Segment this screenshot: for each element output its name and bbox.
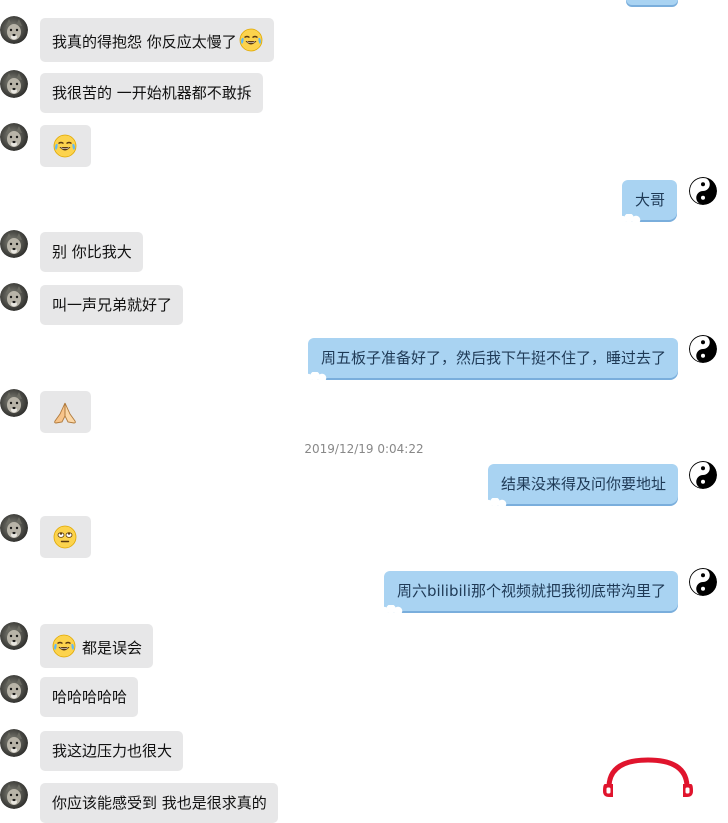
- message-bubble[interactable]: 都是误会: [40, 624, 154, 668]
- wolf-avatar[interactable]: [0, 283, 28, 311]
- folded-hands-icon: [52, 400, 76, 424]
- message-bubble[interactable]: 我这边压力也很大: [40, 731, 184, 771]
- tears-of-joy-icon: [52, 634, 76, 658]
- wolf-avatar[interactable]: [0, 781, 28, 809]
- chat-history: 我真的得抱怨 你反应太慢了 我很苦的 一开始机器都不敢拆 大哥 别 你比我大 叫…: [0, 0, 728, 823]
- message-bubble[interactable]: 哈哈哈哈哈: [40, 677, 139, 717]
- message-text: 都是误会: [82, 639, 143, 657]
- wolf-avatar[interactable]: [0, 16, 28, 44]
- headphones-logo-icon: [600, 756, 696, 802]
- wolf-avatar[interactable]: [0, 230, 28, 258]
- message-bubble[interactable]: [40, 516, 91, 558]
- cloud-decoration: [301, 372, 328, 382]
- yin-yang-avatar[interactable]: [689, 461, 717, 489]
- message-bubble[interactable]: 结果没来得及问你要地址: [481, 464, 678, 508]
- cloud-decoration: [481, 498, 508, 508]
- yin-yang-avatar[interactable]: [689, 335, 717, 363]
- wolf-avatar[interactable]: [0, 622, 28, 650]
- wolf-avatar[interactable]: [0, 123, 28, 151]
- message-bubble[interactable]: 我真的得抱怨 你反应太慢了: [40, 18, 274, 62]
- message-bubble[interactable]: 叫一声兄弟就好了: [40, 285, 184, 325]
- tears-of-joy-icon: [239, 28, 263, 52]
- yin-yang-avatar[interactable]: [689, 177, 717, 205]
- message-bubble[interactable]: 周六bilibili那个视频就把我彻底带沟里了: [377, 571, 678, 615]
- message-text: 我这边压力也很大: [52, 742, 173, 760]
- message-text: 叫一声兄弟就好了: [52, 296, 173, 314]
- wolf-avatar[interactable]: [0, 389, 28, 417]
- message-bubble[interactable]: 周五板子准备好了，然后我下午挺不住了，睡过去了: [301, 338, 678, 382]
- clipped-bubble-fragment: [626, 0, 678, 5]
- yin-yang-avatar[interactable]: [689, 568, 717, 596]
- message-text: 别 你比我大: [52, 243, 132, 261]
- message-text: 大哥: [635, 191, 666, 209]
- message-bubble[interactable]: 你应该能感受到 我也是很求真的: [40, 783, 278, 823]
- message-text: 结果没来得及问你要地址: [500, 475, 666, 493]
- rolling-eyes-icon: [53, 525, 77, 549]
- wolf-avatar[interactable]: [0, 675, 28, 703]
- message-text: 我真的得抱怨 你反应太慢了: [52, 33, 237, 51]
- wolf-avatar[interactable]: [0, 514, 28, 542]
- message-text: 我很苦的 一开始机器都不敢拆: [52, 84, 252, 102]
- message-text: 你应该能感受到 我也是很求真的: [52, 794, 267, 812]
- message-text: 哈哈哈哈哈: [52, 688, 128, 706]
- message-bubble[interactable]: 我很苦的 一开始机器都不敢拆: [40, 73, 263, 113]
- timestamp: 2019/12/19 0:04:22: [304, 442, 424, 456]
- message-text: 周五板子准备好了，然后我下午挺不住了，睡过去了: [320, 349, 666, 367]
- tears-of-joy-icon: [53, 134, 77, 158]
- wolf-avatar[interactable]: [0, 729, 28, 757]
- cloud-decoration: [377, 605, 404, 615]
- wolf-avatar[interactable]: [0, 70, 28, 98]
- message-bubble[interactable]: [40, 391, 91, 433]
- cloud-decoration: [616, 214, 642, 224]
- message-text: 周六bilibili那个视频就把我彻底带沟里了: [396, 582, 666, 600]
- message-bubble[interactable]: 大哥: [616, 180, 678, 224]
- message-bubble[interactable]: [40, 125, 91, 167]
- message-bubble[interactable]: 别 你比我大: [40, 232, 143, 272]
